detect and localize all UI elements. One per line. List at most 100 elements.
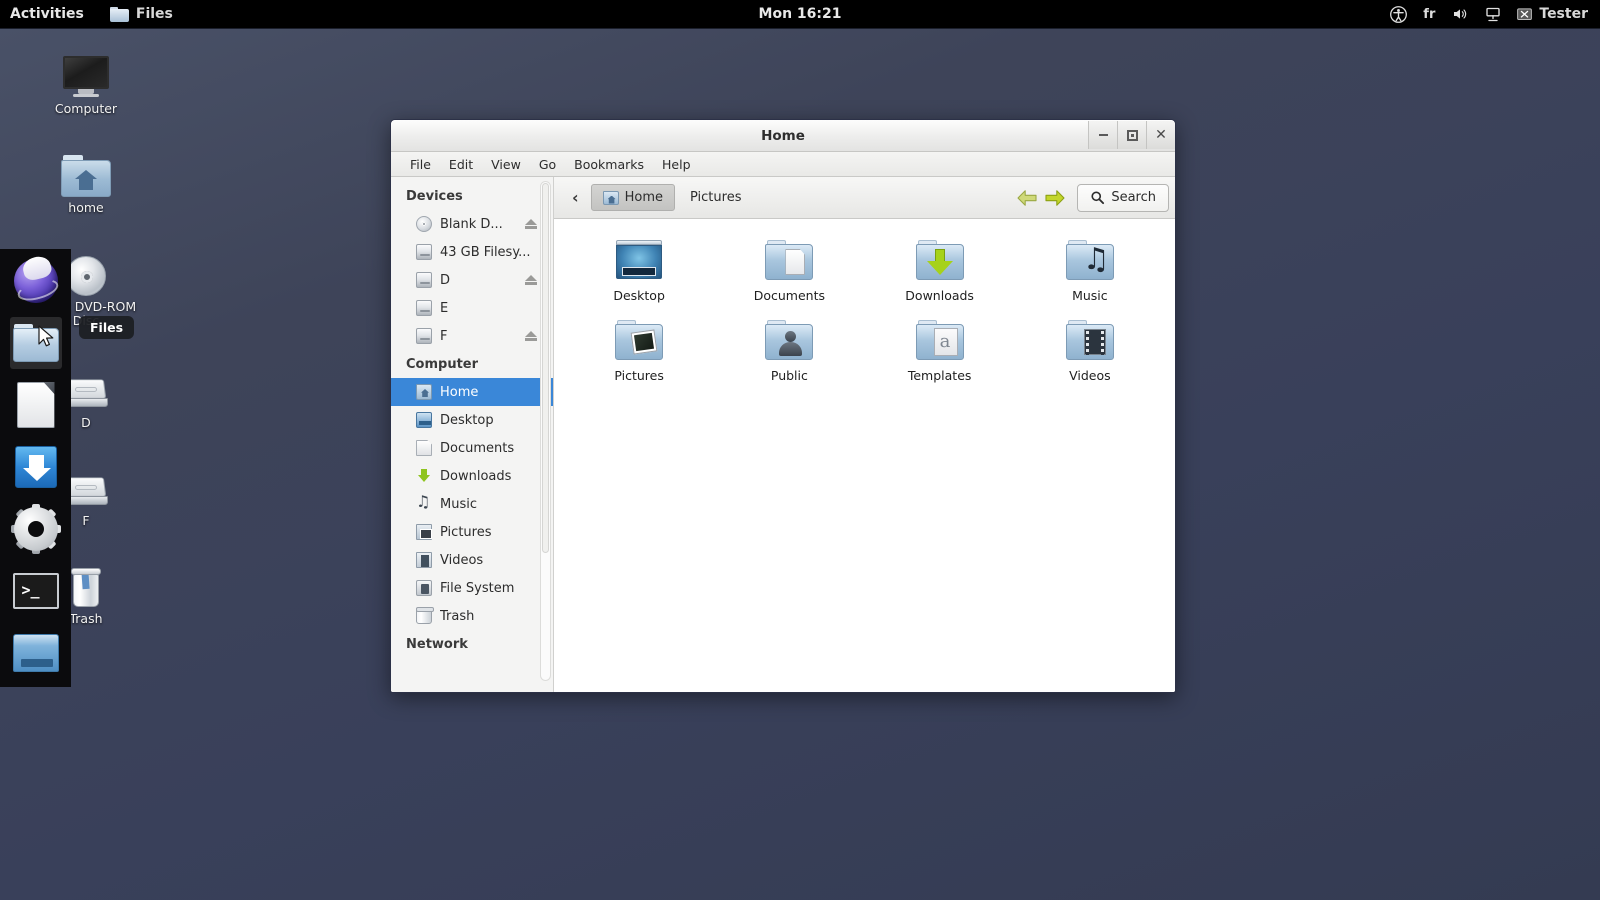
sidebar-item-e[interactable]: E: [391, 294, 553, 322]
sidebar-item-label: Videos: [440, 552, 484, 568]
file-item-templates[interactable]: Templates: [876, 313, 1004, 393]
main-pane: ‹ Home Pictures Search Desktop Documents…: [554, 177, 1175, 692]
breadcrumb-label: Pictures: [689, 190, 742, 205]
file-grid: Desktop Documents Downloads ♫ Music Pict…: [554, 219, 1175, 692]
sidebar-heading-computer: Computer: [406, 357, 479, 372]
path-toolbar: ‹ Home Pictures Search: [554, 177, 1175, 219]
pictures-icon: [416, 524, 432, 540]
back-arrow-icon[interactable]: [1015, 188, 1039, 208]
dock-item-web-browser[interactable]: [10, 255, 62, 307]
topbar-status-area: fr Tester: [1390, 5, 1600, 23]
desktop-icon-label: Computer: [54, 101, 118, 116]
sidebar-item-label: Desktop: [440, 412, 494, 428]
dock-item-terminal[interactable]: >_: [10, 565, 62, 617]
search-button[interactable]: Search: [1077, 183, 1169, 212]
close-button[interactable]: ✕: [1146, 121, 1175, 149]
menu-item-go[interactable]: Go: [530, 154, 565, 175]
folder-icon: [12, 324, 59, 362]
sidebar-item-label: Blank D...: [440, 216, 503, 232]
dock-item-display[interactable]: [10, 627, 62, 679]
sidebar-heading-devices: Devices: [406, 189, 463, 204]
screen-icon: [12, 634, 59, 672]
search-icon: [1091, 191, 1105, 205]
sidebar-scrollbar-thumb[interactable]: [542, 183, 549, 553]
sidebar-item-home[interactable]: Home: [391, 378, 553, 406]
topbar-app-indicator[interactable]: Files: [98, 0, 185, 28]
desktop: Activities Files Mon 16:21 fr Tester Com…: [0, 0, 1600, 900]
sidebar: Devices Blank D... 43 GB Filesy... D E F…: [391, 177, 554, 692]
window-titlebar[interactable]: Home ✕: [391, 120, 1175, 152]
dock-item-download-manager[interactable]: [10, 441, 62, 493]
dock-item-files[interactable]: [9, 317, 62, 369]
menu-item-help[interactable]: Help: [653, 154, 700, 175]
sidebar-item-label: E: [440, 300, 449, 316]
file-item-videos[interactable]: Videos: [1026, 313, 1154, 393]
optical-disc-icon: [416, 216, 432, 232]
harddisk-icon: [416, 272, 432, 288]
sidebar-item-documents[interactable]: Documents: [391, 434, 553, 462]
filesystem-icon: [416, 580, 432, 596]
network-icon[interactable]: [1485, 6, 1501, 23]
desktop-icon-computer[interactable]: Computer: [34, 46, 138, 116]
desktop-icon-label: home: [68, 200, 104, 215]
file-item-pictures[interactable]: Pictures: [575, 313, 703, 393]
file-item-label: Music: [1072, 288, 1108, 303]
dock: >_: [0, 249, 71, 687]
clock[interactable]: Mon 16:21: [0, 6, 1600, 22]
folder-public-icon: [725, 315, 853, 365]
user-menu[interactable]: Tester: [1517, 6, 1588, 22]
folder-downloads-icon: [876, 235, 1004, 285]
file-item-documents[interactable]: Documents: [725, 233, 853, 313]
file-item-music[interactable]: ♫ Music: [1026, 233, 1154, 313]
dock-item-settings[interactable]: [10, 503, 62, 555]
sidebar-item-blank-disc[interactable]: Blank D...: [391, 210, 553, 238]
eject-icon[interactable]: [525, 275, 537, 285]
breadcrumb-home[interactable]: Home: [590, 184, 675, 211]
sidebar-item-label: Downloads: [440, 468, 512, 484]
file-item-label: Videos: [1069, 368, 1111, 383]
menu-item-file[interactable]: File: [401, 154, 440, 175]
folder-music-icon: ♫: [1026, 235, 1154, 285]
sidebar-item-label: Trash: [440, 608, 475, 624]
sidebar-scrollbar[interactable]: [540, 181, 551, 681]
volume-icon[interactable]: [1451, 6, 1469, 22]
eject-icon[interactable]: [525, 331, 537, 341]
sidebar-item-desktop[interactable]: Desktop: [391, 406, 553, 434]
computer-monitor-icon: [34, 46, 138, 98]
sidebar-item-f[interactable]: F: [391, 322, 553, 350]
file-item-public[interactable]: Public: [725, 313, 853, 393]
minimize-button[interactable]: [1088, 121, 1117, 149]
breadcrumb-pictures[interactable]: Pictures: [679, 185, 752, 210]
chevron-left-icon[interactable]: ‹: [564, 188, 587, 207]
sidebar-item-label: Documents: [440, 440, 515, 456]
sidebar-item-pictures[interactable]: Pictures: [391, 518, 553, 546]
dock-tooltip: Files: [79, 316, 135, 339]
file-item-downloads[interactable]: Downloads: [876, 233, 1004, 313]
sidebar-item-file-system[interactable]: File System: [391, 574, 553, 602]
desktop-icon-home[interactable]: home: [34, 145, 138, 215]
sidebar-item-downloads[interactable]: Downloads: [391, 462, 553, 490]
search-label: Search: [1111, 190, 1156, 205]
file-item-desktop[interactable]: Desktop: [575, 233, 703, 313]
accessibility-icon[interactable]: [1390, 5, 1408, 23]
sidebar-item-43gb-filesystem[interactable]: 43 GB Filesy...: [391, 238, 553, 266]
menu-item-edit[interactable]: Edit: [440, 154, 482, 175]
dock-item-document-editor[interactable]: [10, 379, 62, 431]
maximize-button[interactable]: [1117, 121, 1146, 149]
download-icon: [14, 446, 57, 488]
menu-item-view[interactable]: View: [482, 154, 530, 175]
desktop-preview-icon: [575, 235, 703, 285]
downloads-icon: [416, 468, 432, 484]
activities-button[interactable]: Activities: [0, 0, 98, 28]
keyboard-layout-indicator[interactable]: fr: [1423, 7, 1435, 22]
user-name: Tester: [1539, 6, 1588, 22]
eject-icon[interactable]: [525, 219, 537, 229]
globe-icon: [13, 259, 58, 303]
sidebar-item-d[interactable]: D: [391, 266, 553, 294]
sidebar-item-videos[interactable]: Videos: [391, 546, 553, 574]
sidebar-item-trash[interactable]: Trash: [391, 602, 553, 630]
forward-arrow-icon[interactable]: [1043, 188, 1067, 208]
sidebar-item-music[interactable]: Music: [391, 490, 553, 518]
sidebar-heading-network: Network: [406, 637, 468, 652]
menu-item-bookmarks[interactable]: Bookmarks: [565, 154, 653, 175]
